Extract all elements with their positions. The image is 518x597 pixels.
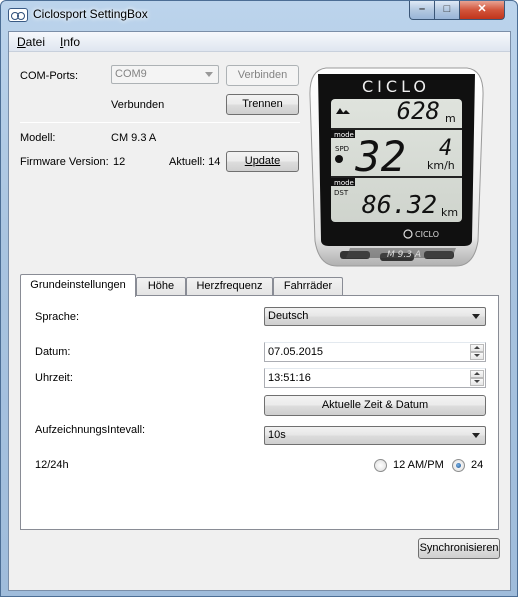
- model-label: Modell:: [20, 132, 56, 144]
- com-port-value: COM9: [115, 68, 147, 80]
- altitude-value: 628: [397, 97, 440, 125]
- time-input[interactable]: 13:51:16: [264, 368, 486, 388]
- speed-decimal: 4: [439, 136, 452, 161]
- update-button[interactable]: Update: [226, 151, 299, 172]
- disconnect-button[interactable]: Trennen: [226, 94, 299, 115]
- minimize-icon: –: [418, 3, 426, 15]
- divider: [35, 333, 486, 334]
- radio-12h-label[interactable]: 12 AM/PM: [393, 459, 444, 471]
- firmware-value: 12: [113, 156, 126, 168]
- mode-label-1: mode: [334, 131, 354, 139]
- bicycle-icon: [8, 8, 28, 22]
- interval-select[interactable]: 10s: [264, 426, 486, 445]
- speed-unit: km/h: [427, 159, 455, 172]
- spin-up-icon[interactable]: [470, 344, 484, 352]
- menu-datei-accel: D: [17, 35, 26, 49]
- footer-logo: CICLO: [415, 230, 439, 239]
- time-value: 13:51:16: [268, 372, 311, 384]
- brand-logo: CICLO: [362, 77, 430, 96]
- speed-value: 32: [354, 132, 406, 181]
- tab-altitude[interactable]: Höhe: [136, 277, 186, 296]
- sync-button[interactable]: Synchronisieren: [418, 538, 500, 559]
- bike-computer-display: CICLO 628 m mode SPD 32 4 km/h mode DST …: [309, 67, 484, 267]
- date-spinner[interactable]: [470, 344, 484, 360]
- com-ports-label: COM-Ports:: [20, 70, 79, 82]
- current-time-button[interactable]: Aktuelle Zeit & Datum: [264, 395, 486, 416]
- connect-button[interactable]: Verbinden: [226, 65, 299, 86]
- tab-basic-settings[interactable]: Grundeinstellungen: [20, 274, 136, 297]
- chevron-down-icon: [472, 433, 480, 438]
- minimize-button[interactable]: –: [409, 1, 435, 20]
- firmware-current: Aktuell: 14: [169, 156, 221, 168]
- language-select[interactable]: Deutsch: [264, 307, 486, 326]
- date-value: 07.05.2015: [268, 346, 324, 358]
- spin-down-icon[interactable]: [470, 378, 484, 386]
- maximize-button[interactable]: □: [435, 1, 460, 20]
- menu-datei-label: atei: [25, 35, 46, 49]
- distance-value: 86.32: [362, 190, 437, 219]
- spin-up-icon[interactable]: [470, 370, 484, 378]
- info-icon: [335, 155, 343, 163]
- settings-panel: Sprache: Deutsch Datum: 07.05.2015 Uhrze…: [20, 295, 499, 530]
- distance-unit: km: [441, 206, 458, 219]
- model-badge: M 9.3 A: [387, 250, 421, 260]
- firmware-label: Firmware Version:: [20, 156, 109, 168]
- radio-24h[interactable]: [452, 459, 465, 472]
- client-area: Datei Info COM-Ports: COM9 Verbinden Ver…: [8, 31, 511, 591]
- close-button[interactable]: ✕: [460, 1, 505, 20]
- time-spinner[interactable]: [470, 370, 484, 386]
- distance-label: DST: [334, 189, 349, 197]
- title-bar[interactable]: Ciclosport SettingBox – □ ✕: [1, 1, 517, 28]
- window-title: Ciclosport SettingBox: [33, 7, 148, 21]
- radio-24h-label[interactable]: 24: [471, 459, 483, 471]
- interval-label: AufzeichnungsIntevall:: [35, 424, 146, 436]
- chevron-down-icon: [205, 72, 213, 77]
- clock-format-label: 12/24h: [35, 459, 69, 471]
- mode-label-2: mode: [334, 179, 354, 187]
- menu-info[interactable]: Info: [60, 35, 80, 49]
- menu-bar: Datei Info: [9, 32, 510, 52]
- interval-value: 10s: [268, 429, 286, 441]
- menu-info-label: nfo: [63, 35, 81, 49]
- language-label: Sprache:: [35, 311, 80, 323]
- close-icon: ✕: [477, 3, 487, 15]
- connection-status: Verbunden: [111, 99, 165, 111]
- date-input[interactable]: 07.05.2015: [264, 342, 486, 362]
- language-value: Deutsch: [268, 310, 309, 322]
- menu-datei[interactable]: Datei: [17, 35, 45, 49]
- app-window: Ciclosport SettingBox – □ ✕ Datei Info C…: [0, 0, 518, 597]
- altitude-unit: m: [445, 112, 456, 125]
- time-label: Uhrzeit:: [35, 372, 73, 384]
- spin-down-icon[interactable]: [470, 352, 484, 360]
- speed-label: SPD: [335, 145, 349, 153]
- model-value: CM 9.3 A: [111, 132, 157, 144]
- date-label: Datum:: [35, 346, 71, 358]
- tab-heart-rate[interactable]: Herzfrequenz: [186, 277, 273, 296]
- radio-12h[interactable]: [374, 459, 387, 472]
- tab-bikes[interactable]: Fahrräder: [273, 277, 343, 296]
- maximize-icon: □: [443, 3, 451, 15]
- com-port-select[interactable]: COM9: [111, 65, 219, 84]
- chevron-down-icon: [472, 314, 480, 319]
- divider: [20, 122, 300, 123]
